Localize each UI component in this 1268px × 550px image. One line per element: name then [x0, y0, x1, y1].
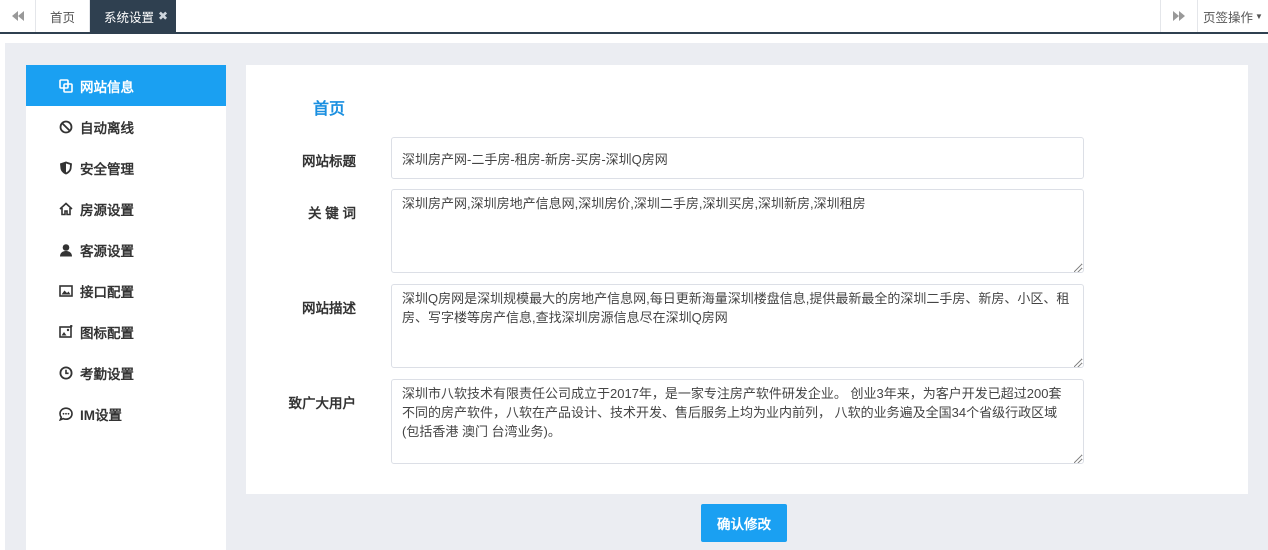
sidebar-item-auto-offline[interactable]: 自动离线	[26, 106, 226, 147]
website-info-icon	[59, 79, 73, 93]
image-config-icon	[59, 325, 73, 338]
sidebar-item-im-settings[interactable]: IM设置	[26, 393, 226, 434]
users-notice-label: 致广大用户	[288, 396, 357, 411]
keywords-textarea[interactable]: 深圳房产网,深圳房地产信息网,深圳房价,深圳二手房,深圳买房,深圳新房,深圳租房	[391, 189, 1084, 273]
sidebar-item-attendance[interactable]: 考勤设置	[26, 352, 226, 393]
tab-home-label: 首页	[49, 10, 75, 25]
tab-system-settings-label: 系统设置	[104, 10, 155, 25]
sidebar-item-label: 客源设置	[80, 243, 134, 259]
confirm-modify-button[interactable]: 确认修改	[701, 504, 787, 542]
sidebar-item-label: 房源设置	[80, 202, 134, 218]
ban-icon	[59, 120, 73, 134]
settings-sidebar: 网站信息 自动离线 安全管理 房源设置 客源设置 接口配置 图标配置 考勤设置 …	[26, 65, 226, 550]
users-notice-textarea[interactable]: 深圳市八软技术有限责任公司成立于2017年，是一家专注房产软件研发企业。 创业3…	[391, 379, 1084, 464]
sidebar-item-client-settings[interactable]: 客源设置	[26, 229, 226, 270]
interface-image-icon	[59, 285, 73, 297]
tab-scroll-left-button[interactable]	[0, 0, 36, 32]
description-label: 网站描述	[302, 301, 356, 316]
sidebar-item-website-info[interactable]: 网站信息	[26, 65, 226, 106]
sidebar-item-label: 安全管理	[80, 161, 134, 177]
shield-icon	[60, 161, 72, 175]
site-title-input[interactable]	[391, 137, 1084, 179]
sidebar-item-label: 网站信息	[80, 79, 134, 95]
chat-icon	[59, 407, 73, 421]
sidebar-item-listing-settings[interactable]: 房源设置	[26, 188, 226, 229]
tab-home[interactable]: 首页	[36, 0, 90, 32]
double-right-icon	[1173, 11, 1185, 21]
home-icon	[59, 202, 73, 216]
keywords-label: 关 键 词	[307, 206, 356, 221]
tab-scroll-right-button[interactable]	[1160, 0, 1198, 32]
site-title-label: 网站标题	[302, 154, 356, 169]
tab-operations-label: 页签操作	[1203, 10, 1254, 25]
sidebar-item-label: 图标配置	[80, 325, 134, 341]
tab-system-settings[interactable]: 系统设置 ✖	[90, 0, 176, 32]
sidebar-item-interface-config[interactable]: 接口配置	[26, 270, 226, 311]
tab-operations-dropdown[interactable]: 页签操作 ▼	[1198, 0, 1268, 32]
close-icon[interactable]: ✖	[158, 9, 168, 23]
settings-form-panel: 首页 网站标题 关 键 词 深圳房产网,深圳房地产信息网,深圳房价,深圳二手房,…	[246, 65, 1248, 494]
description-textarea[interactable]: 深圳Q房网是深圳规模最大的房地产信息网,每日更新海量深圳楼盘信息,提供最新最全的…	[391, 284, 1084, 368]
sidebar-item-label: IM设置	[80, 407, 122, 423]
sidebar-item-label: 考勤设置	[80, 366, 134, 382]
page-title: 首页	[313, 101, 346, 118]
caret-down-icon: ▼	[1255, 11, 1263, 21]
sidebar-item-label: 自动离线	[80, 120, 134, 136]
double-left-icon	[11, 11, 24, 21]
clock-icon	[59, 366, 73, 380]
user-icon	[60, 244, 72, 257]
sidebar-item-icon-config[interactable]: 图标配置	[26, 311, 226, 352]
sidebar-item-security[interactable]: 安全管理	[26, 147, 226, 188]
tab-bar: 首页 系统设置 ✖ 页签操作 ▼	[0, 0, 1268, 34]
sidebar-item-label: 接口配置	[80, 284, 134, 300]
